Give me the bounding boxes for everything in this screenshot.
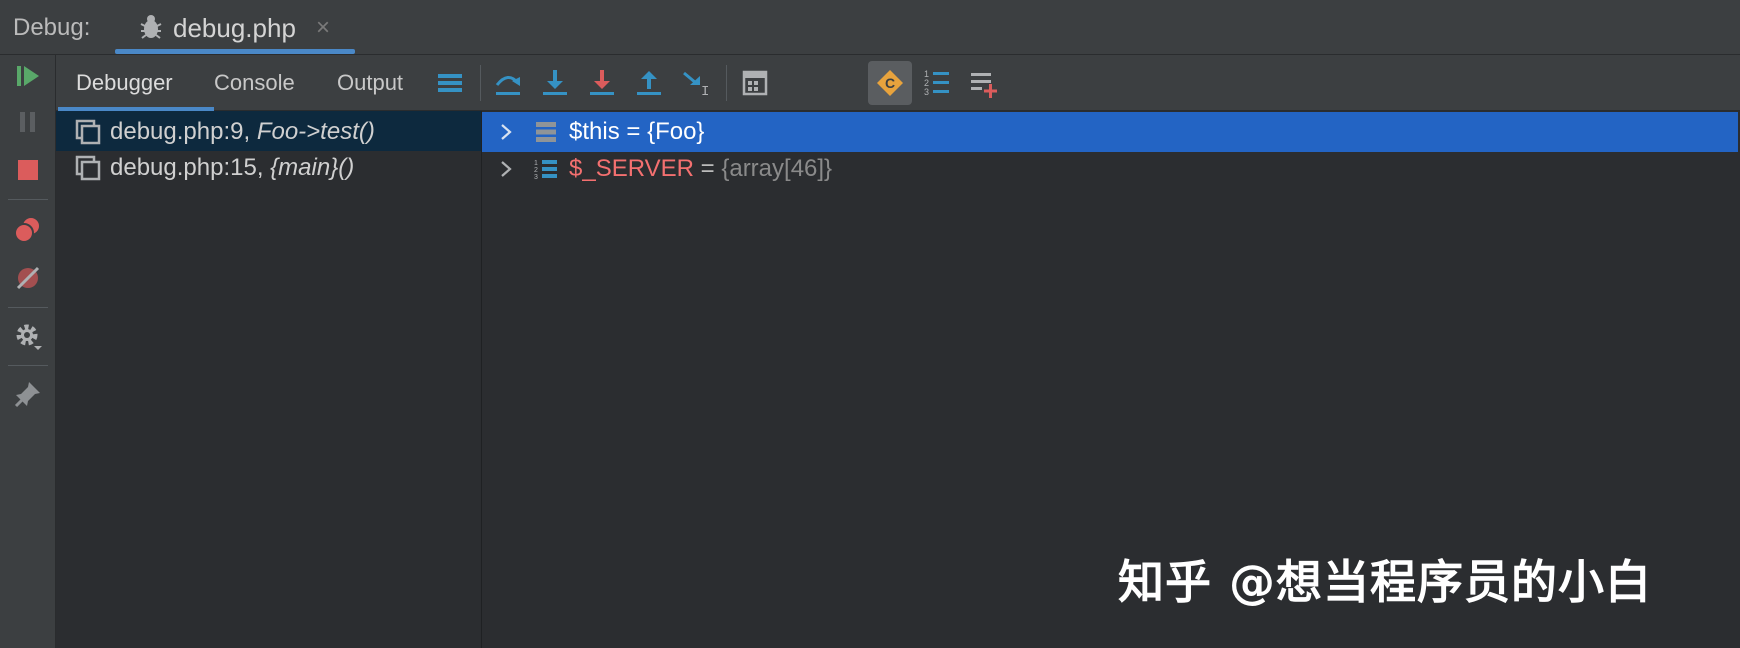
svg-text:3: 3 [534, 174, 538, 181]
pin-tab-icon[interactable] [13, 379, 43, 409]
view-breakpoints-icon[interactable] [13, 215, 43, 245]
debug-side-toolbar [0, 55, 56, 648]
debug-label: Debug: [13, 14, 91, 41]
toolbar-separator [480, 65, 481, 101]
chevron-right-icon[interactable] [496, 158, 516, 180]
tab-output[interactable]: Output [337, 70, 403, 96]
toolbar-separator [8, 307, 48, 308]
show-constants-icon[interactable]: C [874, 67, 906, 99]
variable-equals: = [619, 118, 648, 145]
watermark: 知乎 @想当程序员的小白 [1118, 555, 1653, 609]
chevron-right-icon[interactable] [496, 121, 516, 143]
svg-text:I: I [701, 84, 709, 99]
step-out-icon[interactable] [633, 67, 665, 99]
frame-function: {main}() [270, 154, 355, 181]
step-over-icon[interactable] [492, 67, 524, 99]
debug-tool-window-header: Debug: debug.php × [0, 0, 1740, 55]
show-execution-point-icon[interactable] [434, 67, 466, 99]
tab-console[interactable]: Console [214, 70, 295, 96]
stop-icon[interactable] [13, 155, 43, 185]
variable-name: $this [569, 118, 620, 145]
variable-row[interactable]: 1 2 3 $_SERVER = {array[46]} [482, 149, 1738, 189]
run-to-cursor-icon[interactable]: I [680, 67, 712, 99]
variable-value: {array[46]} [721, 155, 833, 182]
array-list-icon: 1 2 3 [534, 160, 557, 181]
svg-text:C: C [885, 75, 895, 91]
evaluate-expression-icon[interactable] [739, 67, 771, 99]
frame-function: Foo->test() [256, 118, 375, 145]
force-step-into-icon[interactable] [586, 67, 618, 99]
pause-program-icon[interactable] [13, 107, 43, 137]
stack-frame-icon [75, 119, 101, 145]
resume-program-icon[interactable] [13, 61, 43, 91]
frame-item[interactable]: debug.php:15, {main}() [56, 147, 481, 187]
svg-text:2: 2 [534, 167, 538, 174]
tab-debug-php[interactable]: debug.php × [115, 0, 355, 55]
stack-frame-icon [75, 155, 101, 181]
variable-equals: = [693, 155, 722, 182]
svg-text:3: 3 [924, 87, 929, 97]
close-tab-icon[interactable]: × [316, 14, 330, 42]
bug-icon [140, 15, 162, 39]
toolbar-separator [726, 65, 727, 101]
toolbar-separator [8, 365, 48, 366]
frame-file: debug.php:9, [110, 118, 257, 145]
settings-gear-icon[interactable] [13, 321, 43, 351]
object-field-icon [536, 122, 556, 142]
step-into-icon[interactable] [539, 67, 571, 99]
variable-value: {Foo} [647, 118, 705, 145]
active-tab-indicator [115, 49, 355, 54]
array-indices-icon[interactable]: 1 2 3 [922, 67, 954, 99]
debugger-toolbar: Debugger Console Output I C 1 2 3 [56, 55, 1740, 111]
frames-list: debug.php:9, Foo->test() debug.php:15, {… [56, 111, 482, 648]
variable-name: $_SERVER [569, 155, 694, 182]
mute-breakpoints-icon[interactable] [13, 263, 43, 293]
frame-item[interactable]: debug.php:9, Foo->test() [56, 111, 481, 151]
frame-file: debug.php:15, [110, 154, 271, 181]
tab-label: debug.php [173, 13, 296, 43]
svg-text:1: 1 [534, 160, 538, 167]
variable-row[interactable]: $this = {Foo} [482, 112, 1738, 152]
new-watch-icon[interactable] [968, 67, 1000, 99]
toolbar-separator [8, 199, 48, 200]
tab-debugger[interactable]: Debugger [76, 70, 173, 96]
